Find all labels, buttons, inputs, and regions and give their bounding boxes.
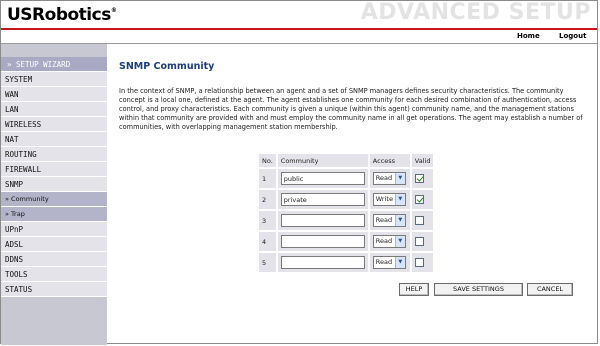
access-select[interactable]: Read ▼ bbox=[372, 214, 406, 227]
community-name-input[interactable] bbox=[280, 214, 365, 227]
access-select[interactable]: Read ▼ bbox=[372, 172, 406, 185]
table-row: 1 public Read ▼ bbox=[259, 169, 434, 188]
sidebar-item-lan[interactable]: LAN bbox=[1, 102, 107, 117]
valid-checkbox[interactable] bbox=[414, 174, 424, 183]
sidebar-item-setup-wizard[interactable]: » SETUP WIZARD bbox=[1, 57, 107, 72]
valid-checkbox[interactable] bbox=[414, 237, 424, 246]
community-name-input[interactable]: private bbox=[280, 193, 365, 206]
row-number: 3 bbox=[259, 211, 276, 230]
access-value: Read bbox=[375, 216, 393, 224]
access-value: Read bbox=[375, 258, 393, 266]
header-valid: Valid bbox=[411, 154, 434, 167]
home-link[interactable]: Home bbox=[517, 32, 540, 40]
usrobotics-logo: USRobotics® bbox=[7, 5, 117, 25]
registered-mark-icon: ® bbox=[110, 7, 117, 14]
access-value: Write bbox=[375, 195, 393, 203]
cancel-button[interactable]: CANCEL bbox=[527, 283, 573, 296]
chevron-down-icon: ▼ bbox=[394, 215, 405, 226]
access-select[interactable]: Read ▼ bbox=[372, 235, 406, 248]
access-select[interactable]: Write ▼ bbox=[372, 193, 406, 206]
sidebar-item-routing[interactable]: ROUTING bbox=[1, 147, 107, 162]
sidebar-item-adsl[interactable]: ADSL bbox=[1, 237, 107, 252]
community-name-input[interactable] bbox=[280, 256, 365, 269]
logo-text: USRobotics bbox=[7, 5, 111, 25]
table-row: 5 Read ▼ bbox=[259, 253, 434, 272]
chevron-down-icon: ▼ bbox=[394, 173, 405, 184]
router-admin-window: USRobotics® ADVANCED SETUP Home Logout »… bbox=[0, 0, 598, 345]
row-number: 1 bbox=[259, 169, 276, 188]
description-text: In the context of SNMP, a relationship b… bbox=[119, 87, 583, 131]
main-content: SNMP Community In the context of SNMP, a… bbox=[119, 61, 591, 296]
logout-link[interactable]: Logout bbox=[559, 32, 586, 40]
sidebar-subitem-community[interactable]: » Community bbox=[1, 192, 107, 207]
access-value: Read bbox=[375, 237, 393, 245]
valid-checkbox[interactable] bbox=[414, 195, 424, 204]
row-number: 2 bbox=[259, 190, 276, 209]
sidebar-item-nat[interactable]: NAT bbox=[1, 132, 107, 147]
chevron-down-icon: ▼ bbox=[394, 236, 405, 247]
header-community: Community bbox=[277, 154, 368, 167]
table-row: 3 Read ▼ bbox=[259, 211, 434, 230]
header-access: Access bbox=[369, 154, 410, 167]
chevron-down-icon: ▼ bbox=[394, 257, 405, 268]
sidebar-item-tools[interactable]: TOOLS bbox=[1, 267, 107, 282]
sidebar-item-firewall[interactable]: FIREWALL bbox=[1, 162, 107, 177]
chevron-down-icon: ▼ bbox=[394, 194, 405, 205]
sidebar-item-snmp[interactable]: SNMP bbox=[1, 177, 107, 192]
top-nav: Home Logout bbox=[1, 30, 597, 44]
advanced-setup-title: ADVANCED SETUP bbox=[360, 0, 591, 25]
table-row: 4 Read ▼ bbox=[259, 232, 434, 251]
save-settings-button[interactable]: SAVE SETTINGS bbox=[434, 283, 523, 296]
access-value: Read bbox=[375, 174, 393, 182]
sidebar-item-upnp[interactable]: UPnP bbox=[1, 222, 107, 237]
valid-checkbox[interactable] bbox=[414, 258, 424, 267]
header-no: No. bbox=[259, 154, 276, 167]
valid-checkbox[interactable] bbox=[414, 216, 424, 225]
row-number: 5 bbox=[259, 253, 276, 272]
sidebar-subitem-trap[interactable]: » Trap bbox=[1, 207, 107, 222]
sidebar-item-wireless[interactable]: WIRELESS bbox=[1, 117, 107, 132]
table-header-row: No. Community Access Valid bbox=[259, 154, 434, 167]
sidebar-item-system[interactable]: SYSTEM bbox=[1, 72, 107, 87]
community-name-input[interactable] bbox=[280, 235, 365, 248]
sidebar-item-status[interactable]: STATUS bbox=[1, 282, 107, 297]
community-table: No. Community Access Valid 1 public Read… bbox=[257, 152, 435, 274]
community-name-input[interactable]: public bbox=[280, 172, 365, 185]
sidebar: » SETUP WIZARD SYSTEM WAN LAN WIRELESS N… bbox=[1, 44, 107, 345]
table-row: 2 private Write ▼ bbox=[259, 190, 434, 209]
header: USRobotics® ADVANCED SETUP bbox=[1, 0, 597, 29]
row-number: 4 bbox=[259, 232, 276, 251]
help-button[interactable]: HELP bbox=[399, 283, 429, 296]
page-title: SNMP Community bbox=[119, 61, 215, 72]
sidebar-item-ddns[interactable]: DDNS bbox=[1, 252, 107, 267]
sidebar-item-wan[interactable]: WAN bbox=[1, 87, 107, 102]
access-select[interactable]: Read ▼ bbox=[372, 256, 406, 269]
